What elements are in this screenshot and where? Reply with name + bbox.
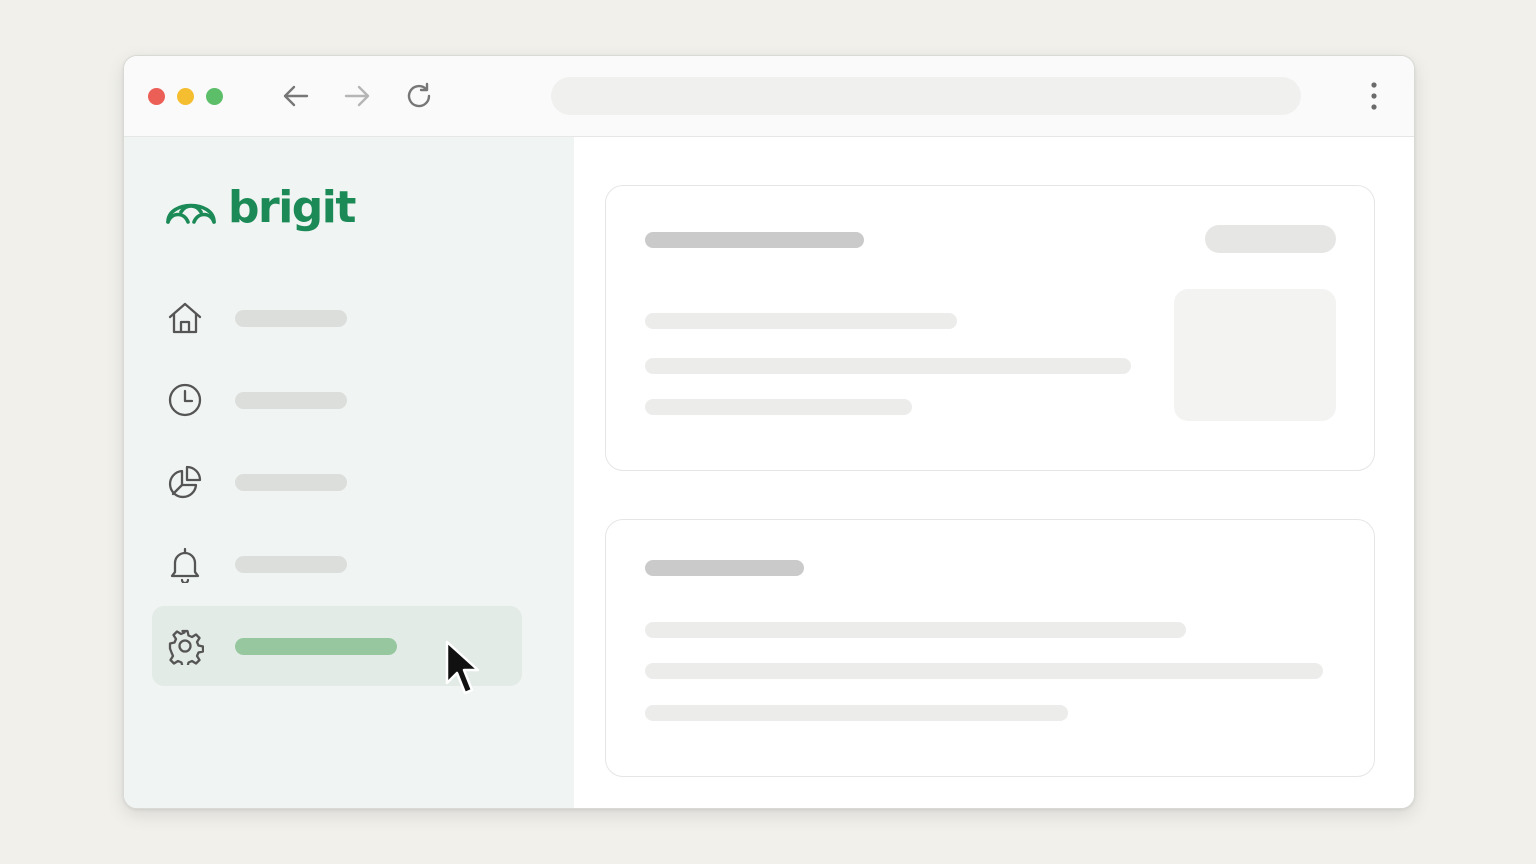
browser-window: brigit bbox=[123, 55, 1415, 809]
sidebar: brigit bbox=[124, 137, 574, 808]
brigit-logo-icon bbox=[164, 188, 218, 228]
mouse-cursor-icon bbox=[444, 639, 484, 699]
sidebar-item-label bbox=[235, 638, 397, 655]
sidebar-item-home[interactable] bbox=[152, 278, 522, 358]
sidebar-item-notifications[interactable] bbox=[152, 524, 522, 604]
sidebar-item-insights[interactable] bbox=[152, 442, 522, 522]
window-minimize-button[interactable] bbox=[177, 88, 194, 105]
card-action-button[interactable] bbox=[1205, 225, 1336, 253]
main-content bbox=[574, 137, 1414, 808]
back-arrow-icon[interactable] bbox=[280, 80, 312, 112]
card-title bbox=[645, 232, 864, 248]
gear-icon bbox=[166, 627, 204, 665]
bell-icon bbox=[166, 545, 204, 583]
forward-arrow-icon[interactable] bbox=[341, 80, 373, 112]
sidebar-item-label bbox=[235, 556, 347, 573]
reload-icon[interactable] bbox=[403, 80, 435, 112]
brand-logo[interactable]: brigit bbox=[164, 177, 356, 239]
content-card bbox=[605, 519, 1375, 777]
sidebar-item-label bbox=[235, 474, 347, 491]
window-maximize-button[interactable] bbox=[206, 88, 223, 105]
more-vertical-icon[interactable] bbox=[1362, 78, 1386, 114]
content-card bbox=[605, 185, 1375, 471]
card-text-line bbox=[645, 313, 957, 329]
card-title bbox=[645, 560, 804, 576]
card-text-line bbox=[645, 358, 1131, 374]
card-thumbnail bbox=[1174, 289, 1336, 421]
card-text-line bbox=[645, 663, 1323, 679]
pie-chart-icon bbox=[166, 463, 204, 501]
home-icon bbox=[166, 299, 204, 337]
card-text-line bbox=[645, 399, 912, 415]
browser-toolbar bbox=[124, 56, 1414, 137]
window-close-button[interactable] bbox=[148, 88, 165, 105]
card-text-line bbox=[645, 622, 1186, 638]
card-text-line bbox=[645, 705, 1068, 721]
sidebar-item-label bbox=[235, 310, 347, 327]
sidebar-item-history[interactable] bbox=[152, 360, 522, 440]
clock-icon bbox=[166, 381, 204, 419]
brand-name: brigit bbox=[228, 182, 356, 233]
address-bar[interactable] bbox=[551, 77, 1301, 115]
sidebar-item-label bbox=[235, 392, 347, 409]
